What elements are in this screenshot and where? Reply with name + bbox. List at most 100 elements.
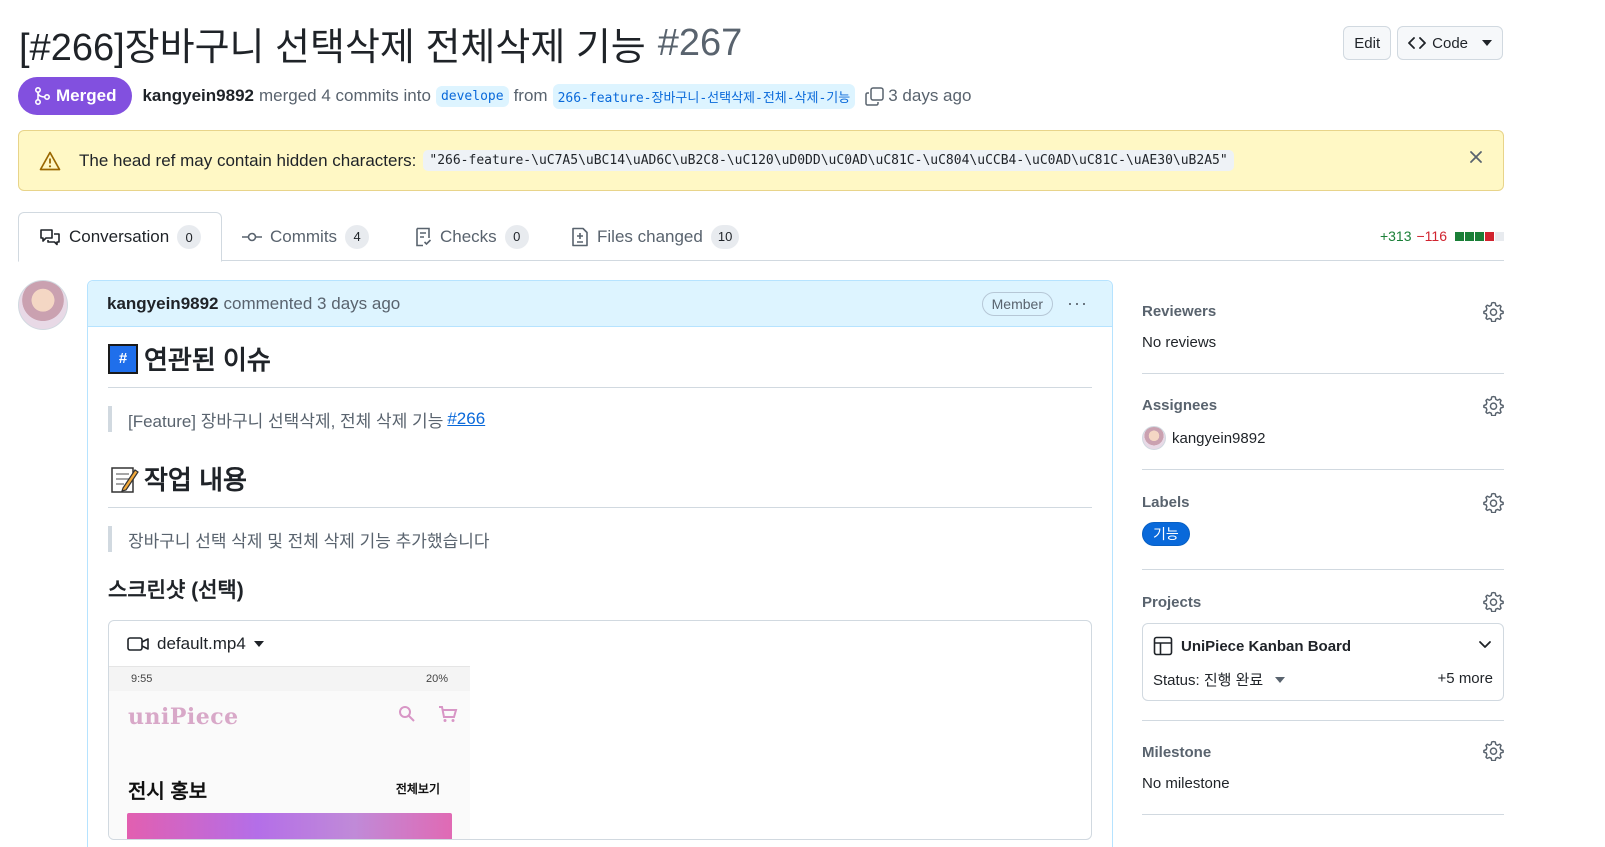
close-icon[interactable] <box>1469 149 1483 169</box>
assignee-item[interactable]: kangyein9892 <box>1142 426 1265 450</box>
gear-icon[interactable] <box>1483 492 1504 518</box>
git-commit-icon <box>242 232 262 241</box>
caret-down-icon <box>253 640 264 647</box>
work-heading-text: 작업 내용 <box>144 465 247 495</box>
code-button[interactable]: Code <box>1397 26 1503 60</box>
projects-title: Projects <box>1142 594 1202 611</box>
edit-button[interactable]: Edit <box>1343 26 1392 60</box>
git-merge-icon <box>35 87 50 105</box>
issue-quote-text: [Feature] 장바구니 선택삭제, 전체 삭제 기능 <box>128 411 444 431</box>
project-status-text: Status: 진행 완료 <box>1153 672 1264 689</box>
tab-counter: 0 <box>504 224 529 249</box>
comment-header: kangyein9892 commented 3 days ago Member… <box>88 281 1112 327</box>
checklist-icon <box>416 227 432 246</box>
tab-counter: 4 <box>345 224 370 249</box>
tab-commits[interactable]: Commits 4 <box>242 212 370 261</box>
pr-title: [#266]장바구니 선택삭제 전체삭제 기능 <box>19 26 646 69</box>
diffstat-box <box>1485 231 1494 241</box>
diffstat-box <box>1495 231 1504 241</box>
comment-author[interactable]: kangyein9892 <box>107 294 219 314</box>
tab-counter: 0 <box>177 225 202 249</box>
from-text: from <box>513 86 548 105</box>
caret-down-icon <box>1275 676 1286 683</box>
additions-count: +313 <box>1379 228 1412 244</box>
title-actions: Edit Code <box>1343 26 1503 60</box>
phone-banner-image <box>127 813 452 839</box>
issue-link[interactable]: #266 <box>447 409 485 429</box>
projects-section: Projects UniPiece Kanban Board Status: 진… <box>1142 570 1504 721</box>
milestone-section: Milestone No milestone <box>1142 721 1504 815</box>
project-name-text: UniPiece Kanban Board <box>1181 637 1352 655</box>
phone-section-title: 전시 홍보 <box>128 781 208 803</box>
work-quote-text: 장바구니 선택 삭제 및 전체 삭제 기능 추가했습니다 <box>128 531 490 551</box>
avatar <box>1142 426 1166 450</box>
hash-emoji-icon: # <box>108 343 138 374</box>
project-more-link[interactable]: +5 more <box>1438 670 1493 687</box>
assignee-name: kangyein9892 <box>1172 429 1266 447</box>
labels-section: Labels 기능 <box>1142 470 1504 570</box>
label-pill[interactable]: 기능 <box>1142 522 1190 546</box>
cart-icon <box>439 706 458 722</box>
tab-files-changed[interactable]: Files changed 10 <box>571 212 740 261</box>
video-filename: default.mp4 <box>157 633 246 653</box>
pr-number: #267 <box>657 21 743 64</box>
pr-sidebar: Reviewers No reviews Assignees kangyein9… <box>1142 290 1504 815</box>
gear-icon[interactable] <box>1483 301 1504 327</box>
tab-checks[interactable]: Checks 0 <box>414 212 529 261</box>
pr-author-link[interactable]: kangyein9892 <box>142 86 254 106</box>
pr-description-comment: kangyein9892 commented 3 days ago Member… <box>87 280 1113 847</box>
file-diff-icon <box>572 227 588 246</box>
video-frame[interactable]: 9:55 20% uniPiece 전시 홍보 전체보기 <box>109 666 470 839</box>
tab-label: Checks <box>440 226 497 246</box>
avatar[interactable] <box>18 280 68 330</box>
memo-emoji-icon <box>108 464 140 494</box>
tab-label: Files changed <box>597 226 703 246</box>
project-name[interactable]: UniPiece Kanban Board <box>1153 636 1351 656</box>
tab-label: Commits <box>270 226 338 246</box>
member-badge: Member <box>981 292 1053 316</box>
diffstat-bar <box>1454 231 1504 241</box>
work-heading: 작업 내용 <box>108 450 1092 508</box>
video-header[interactable]: default.mp4 <box>109 621 1091 666</box>
gear-icon[interactable] <box>1483 740 1504 766</box>
issue-heading: # 연관된 이슈 <box>108 330 1092 388</box>
table-icon <box>1153 636 1173 656</box>
diffstat-box <box>1455 231 1464 241</box>
issue-heading-text: 연관된 이슈 <box>144 345 271 375</box>
comment-meta[interactable]: commented 3 days ago <box>224 294 401 314</box>
pr-status-row: Merged kangyein9892 merged 4 commits int… <box>18 77 971 115</box>
device-camera-video-icon <box>127 636 149 651</box>
copy-icon[interactable] <box>865 86 884 106</box>
chevron-down-icon[interactable] <box>1477 636 1493 657</box>
milestone-value: No milestone <box>1142 775 1230 792</box>
alert-icon <box>39 151 61 170</box>
head-branch[interactable]: 266-feature-장바구니-선택삭제-전체-삭제-기능 <box>552 83 856 109</box>
merged-badge: Merged <box>18 77 133 115</box>
reviewers-value: No reviews <box>1142 334 1217 351</box>
milestone-title: Milestone <box>1142 744 1212 761</box>
gear-icon[interactable] <box>1483 591 1504 617</box>
video-attachment: default.mp4 9:55 20% uniPiece 전시 홍보 전체보기 <box>108 620 1092 840</box>
hidden-characters-warning: The head ref may contain hidden characte… <box>18 130 1504 191</box>
search-icon <box>399 706 415 722</box>
pr-tabs: Conversation 0 Commits 4 Checks 0 Files … <box>18 212 1504 262</box>
unipiece-logo: uniPiece <box>128 704 239 730</box>
assignees-title: Assignees <box>1142 397 1218 414</box>
project-status[interactable]: Status: 진행 완료 <box>1153 669 1286 690</box>
pr-title-row: [#266]장바구니 선택삭제 전체삭제 기능 #267 <box>19 18 743 69</box>
base-branch[interactable]: develope <box>435 85 509 107</box>
assignees-section: Assignees kangyein9892 <box>1142 374 1504 470</box>
warning-code: "266-feature-\uC7A5\uBC14\uAD6C\uB2C8-\u… <box>423 150 1234 171</box>
tab-conversation[interactable]: Conversation 0 <box>18 212 223 262</box>
comment-discussion-icon <box>40 229 60 246</box>
kebab-horizontal-icon[interactable]: ··· <box>1067 293 1088 314</box>
pr-time: 3 days ago <box>888 86 972 105</box>
project-card: UniPiece Kanban Board Status: 진행 완료 +5 m… <box>1142 623 1504 701</box>
phone-header-icons <box>398 705 458 723</box>
labels-title: Labels <box>1142 494 1190 511</box>
work-quote: 장바구니 선택 삭제 및 전체 삭제 기능 추가했습니다 <box>108 526 1092 552</box>
caret-down-icon <box>1482 40 1492 46</box>
gear-icon[interactable] <box>1483 395 1504 421</box>
diffstat-box <box>1465 231 1474 241</box>
merge-text: merged 4 commits into <box>258 86 431 105</box>
